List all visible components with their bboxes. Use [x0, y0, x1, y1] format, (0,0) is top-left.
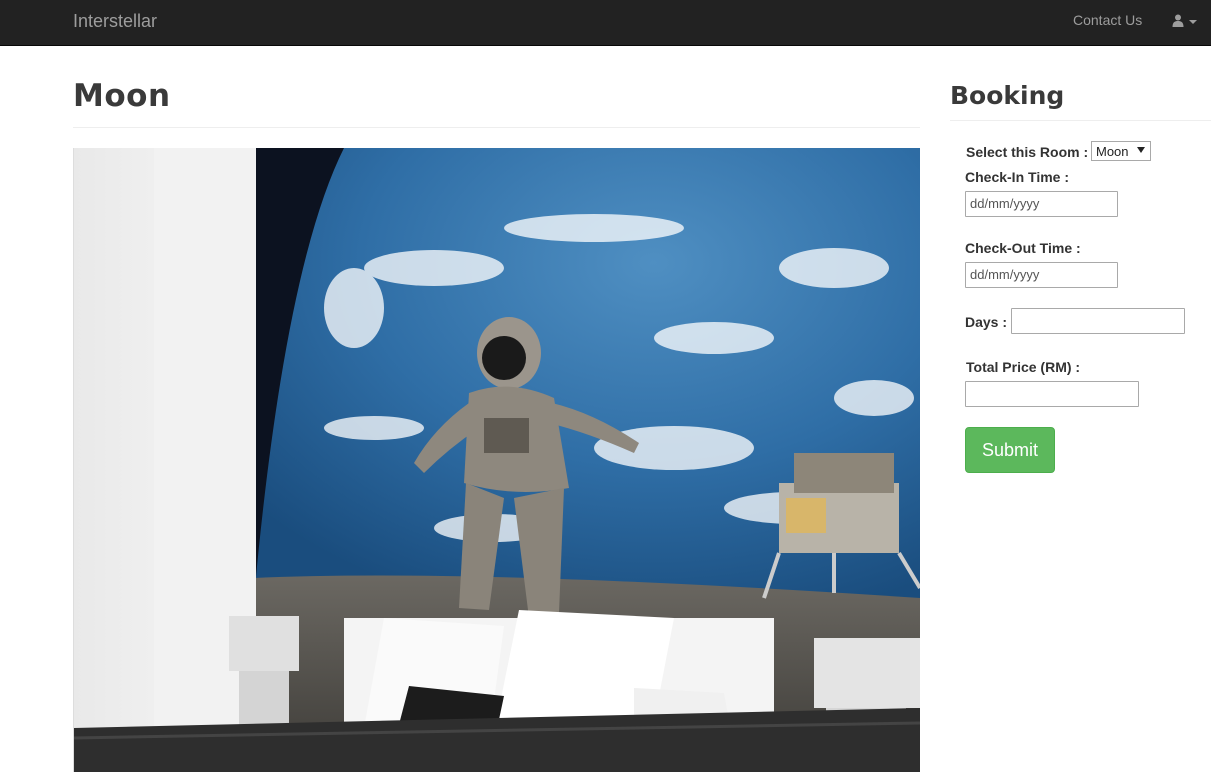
- checkout-date-input[interactable]: dd/mm/yyyy: [965, 262, 1118, 288]
- room-select[interactable]: Moon: [1091, 141, 1151, 161]
- brand-link[interactable]: Interstellar: [73, 11, 157, 32]
- booking-divider: [950, 120, 1211, 121]
- select-room-label: Select this Room :: [966, 144, 1089, 160]
- caret-down-icon: [1189, 20, 1197, 24]
- checkin-label: Check-In Time :: [965, 169, 1069, 185]
- days-label: Days :: [965, 314, 1008, 330]
- checkout-label: Check-Out Time :: [965, 240, 1081, 256]
- contact-us-link[interactable]: Contact Us: [1073, 12, 1142, 28]
- room-image: [73, 148, 920, 772]
- user-menu-dropdown[interactable]: [1168, 10, 1202, 32]
- total-price-input[interactable]: [965, 381, 1139, 407]
- checkin-date-input[interactable]: dd/mm/yyyy: [965, 191, 1118, 217]
- checkin-placeholder: dd/mm/yyyy: [970, 196, 1040, 211]
- navbar: Interstellar Contact Us: [0, 0, 1211, 46]
- room-illustration: [74, 148, 920, 772]
- checkout-placeholder: dd/mm/yyyy: [970, 267, 1040, 282]
- room-select-value: Moon: [1096, 144, 1129, 159]
- dropdown-arrow-icon: [1137, 147, 1145, 153]
- days-input[interactable]: [1011, 308, 1185, 334]
- booking-heading: Booking: [950, 81, 1065, 110]
- page-title: Moon: [73, 78, 171, 114]
- submit-button[interactable]: Submit: [965, 427, 1055, 473]
- total-price-label: Total Price (RM) :: [966, 359, 1081, 375]
- user-icon: [1172, 14, 1184, 27]
- title-divider: [73, 127, 920, 128]
